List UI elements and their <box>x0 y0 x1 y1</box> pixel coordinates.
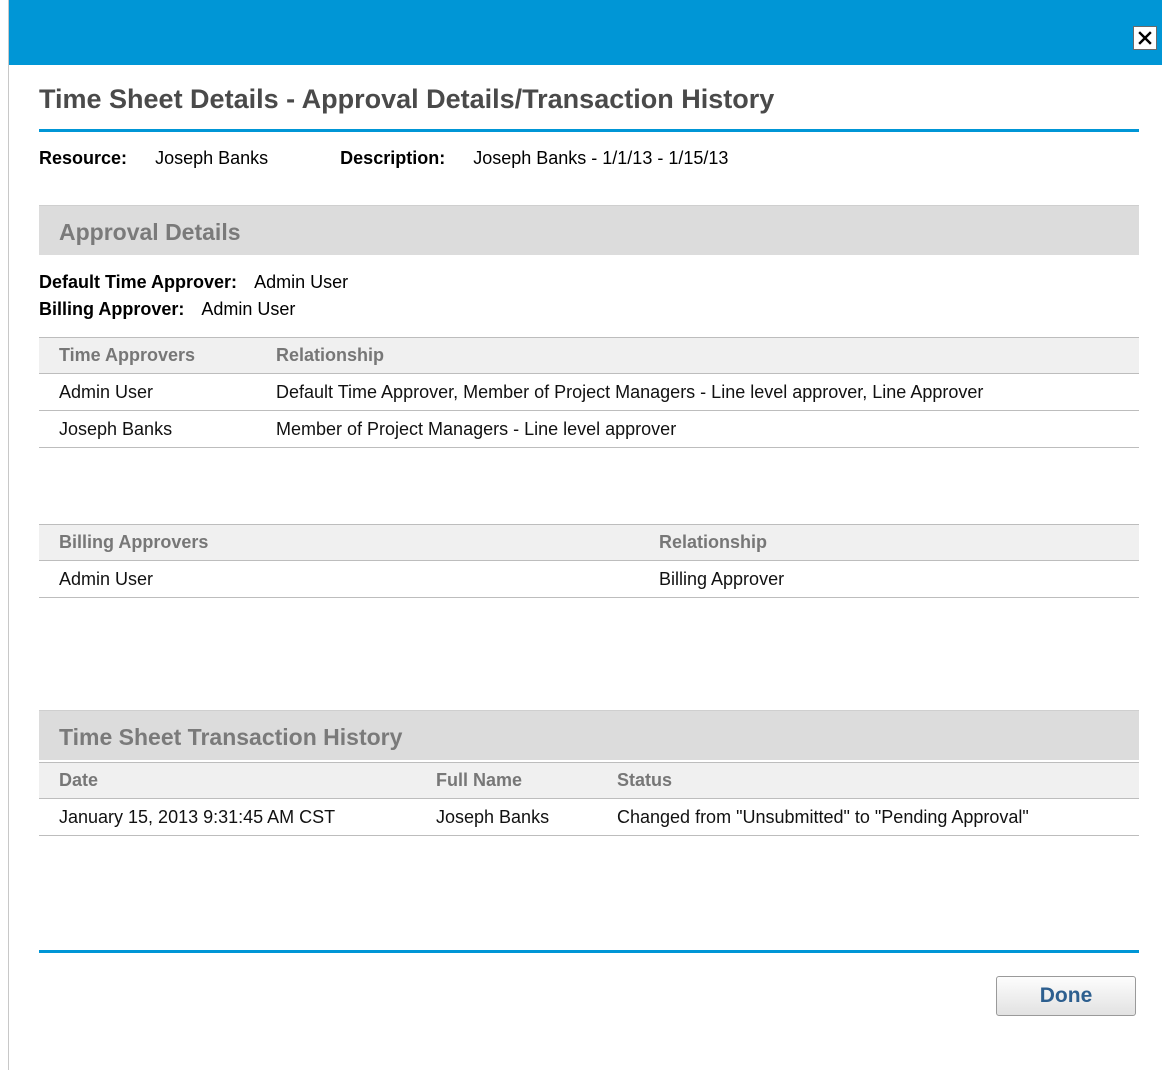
table-header-row: Billing Approvers Relationship <box>39 524 1139 561</box>
date-cell: January 15, 2013 9:31:45 AM CST <box>39 798 416 836</box>
column-header-relationship: Relationship <box>256 337 1139 374</box>
relationship-cell: Member of Project Managers - Line level … <box>256 410 1139 448</box>
dialog-titlebar <box>9 0 1162 65</box>
default-time-approver-label: Default Time Approver: <box>39 272 238 292</box>
transaction-history-table: Date Full Name Status January 15, 2013 9… <box>39 762 1139 836</box>
resource-label: Resource: <box>39 148 128 168</box>
table-row: Admin User Billing Approver <box>39 560 1139 598</box>
column-header-relationship: Relationship <box>639 524 1139 561</box>
column-header-full-name: Full Name <box>416 762 597 799</box>
description-value: Joseph Banks - 1/1/13 - 1/15/13 <box>473 148 729 168</box>
billing-approver-line: Billing Approver: Admin User <box>39 299 295 320</box>
billing-approvers-table: Billing Approvers Relationship Admin Use… <box>39 524 1139 598</box>
transaction-history-header: Time Sheet Transaction History <box>39 710 1139 760</box>
approver-name-cell: Admin User <box>39 373 256 411</box>
relationship-cell: Billing Approver <box>639 560 1139 598</box>
table-header-row: Date Full Name Status <box>39 762 1139 799</box>
time-approvers-table: Time Approvers Relationship Admin User D… <box>39 337 1139 448</box>
table-row: January 15, 2013 9:31:45 AM CST Joseph B… <box>39 798 1139 836</box>
column-header-billing-approvers: Billing Approvers <box>39 524 639 561</box>
column-header-status: Status <box>597 762 1139 799</box>
close-button[interactable] <box>1133 26 1157 50</box>
billing-approver-label: Billing Approver: <box>39 299 185 319</box>
approval-details-header: Approval Details <box>39 205 1139 255</box>
resource-description-row: Resource: Joseph Banks Description: Jose… <box>39 148 728 169</box>
title-divider <box>39 129 1139 132</box>
done-button[interactable]: Done <box>996 976 1136 1016</box>
billing-approver-value: Admin User <box>201 299 296 319</box>
table-row: Admin User Default Time Approver, Member… <box>39 373 1139 411</box>
close-x-icon <box>1138 31 1152 45</box>
column-header-date: Date <box>39 762 416 799</box>
approver-name-cell: Admin User <box>39 560 639 598</box>
column-header-time-approvers: Time Approvers <box>39 337 256 374</box>
table-row: Joseph Banks Member of Project Managers … <box>39 410 1139 448</box>
status-cell: Changed from "Unsubmitted" to "Pending A… <box>597 798 1139 836</box>
approver-name-cell: Joseph Banks <box>39 410 256 448</box>
time-sheet-details-dialog: Time Sheet Details - Approval Details/Tr… <box>8 0 1162 1070</box>
relationship-cell: Default Time Approver, Member of Project… <box>256 373 1139 411</box>
page-title: Time Sheet Details - Approval Details/Tr… <box>39 84 775 114</box>
default-time-approver-line: Default Time Approver: Admin User <box>39 272 348 293</box>
full-name-cell: Joseph Banks <box>416 798 597 836</box>
resource-value: Joseph Banks <box>155 148 269 168</box>
footer-divider <box>39 950 1139 953</box>
default-time-approver-value: Admin User <box>254 272 349 292</box>
description-label: Description: <box>340 148 446 168</box>
table-header-row: Time Approvers Relationship <box>39 337 1139 374</box>
